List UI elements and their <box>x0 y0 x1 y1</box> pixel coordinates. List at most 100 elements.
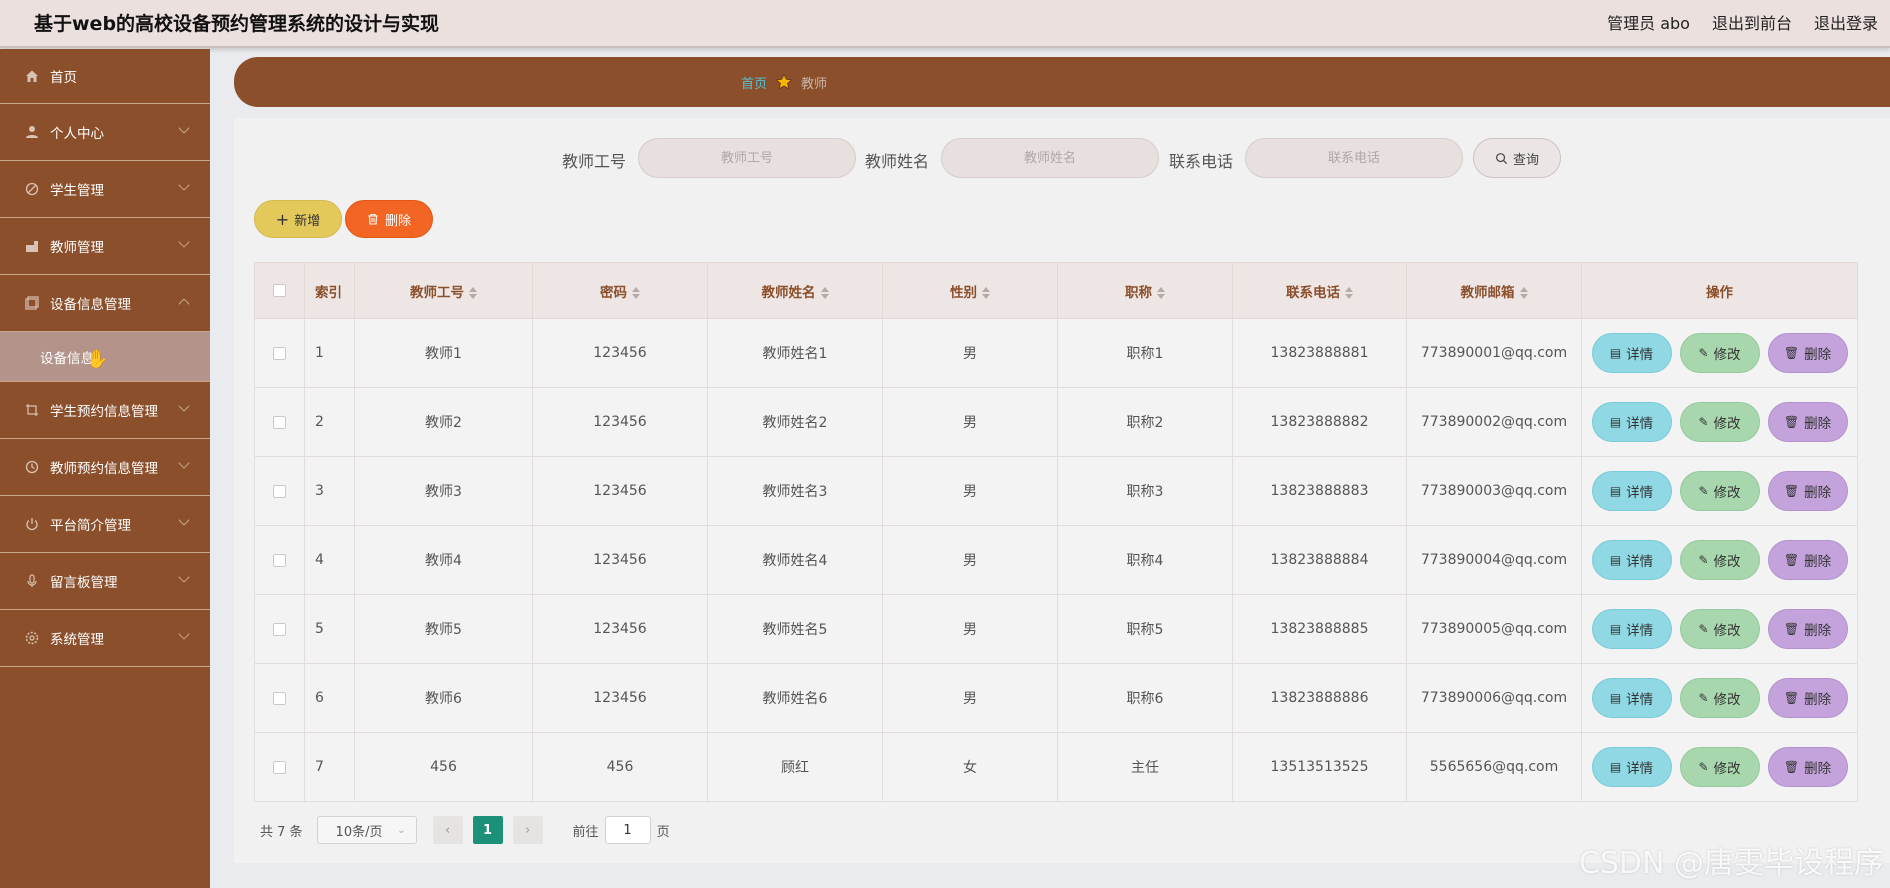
sidebar-item-home[interactable]: 首页 <box>0 49 210 104</box>
sidebar-item-system-management[interactable]: 系统管理 <box>0 610 210 667</box>
row-select-cell[interactable] <box>254 732 305 802</box>
cell-title: 职称1 <box>1057 318 1233 388</box>
col-teacher-id[interactable]: 教师工号 <box>354 262 533 319</box>
sidebar-item-personal-center[interactable]: 个人中心 <box>0 104 210 161</box>
sidebar-item-student-booking[interactable]: 学生预约信息管理 <box>0 382 210 439</box>
delete-button[interactable]: 🗑 删除 <box>1767 402 1848 442</box>
table-header-row: 索引 教师工号 密码 教师姓名 性别 职称 联系电话 教师邮箱 操作 <box>254 262 1858 319</box>
sidebar-item-teacher-management[interactable]: 教师管理 <box>0 218 210 275</box>
add-button[interactable]: + 新增 <box>254 200 342 238</box>
edit-button[interactable]: ✎ 修改 <box>1679 609 1760 649</box>
delete-button[interactable]: 🗑 删除 <box>1767 678 1848 718</box>
delete-label: 删除 <box>1804 554 1832 570</box>
col-gender[interactable]: 性别 <box>882 262 1058 319</box>
cell-id: 教师2 <box>354 387 533 457</box>
detail-button[interactable]: ▤ 详情 <box>1591 678 1672 718</box>
cell-id: 教师3 <box>354 456 533 526</box>
row-checkbox[interactable] <box>273 553 286 567</box>
edit-button[interactable]: ✎ 修改 <box>1679 540 1760 580</box>
col-teacher-name[interactable]: 教师姓名 <box>707 262 883 319</box>
col-password[interactable]: 密码 <box>532 262 708 319</box>
sidebar-subitem-device-info[interactable]: 设备信息 ✋ <box>0 332 210 382</box>
col-email[interactable]: 教师邮箱 <box>1406 262 1582 319</box>
goto-page-input[interactable] <box>604 816 651 844</box>
document-icon: ▤ <box>1609 622 1622 636</box>
row-checkbox[interactable] <box>273 415 286 429</box>
chevron-down-icon <box>178 571 190 583</box>
user-icon <box>24 124 40 140</box>
edit-button[interactable]: ✎ 修改 <box>1679 333 1760 373</box>
edit-button[interactable]: ✎ 修改 <box>1679 747 1760 787</box>
delete-button[interactable]: 🗑 删除 <box>1767 540 1848 580</box>
row-checkbox[interactable] <box>273 346 286 360</box>
sort-icon[interactable] <box>820 286 829 299</box>
detail-button[interactable]: ▤ 详情 <box>1591 540 1672 580</box>
sidebar-item-teacher-booking[interactable]: 教师预约信息管理 <box>0 439 210 496</box>
sidebar-item-message-board[interactable]: 留言板管理 <box>0 553 210 610</box>
power-icon <box>24 516 40 532</box>
row-select-cell[interactable] <box>254 594 305 664</box>
row-select-cell[interactable] <box>254 525 305 595</box>
detail-button[interactable]: ▤ 详情 <box>1591 402 1672 442</box>
search-form: 教师工号 教师姓名 联系电话 查询 <box>234 138 1890 178</box>
detail-button[interactable]: ▤ 详情 <box>1591 471 1672 511</box>
delete-button[interactable]: 🗑 删除 <box>1767 333 1848 373</box>
col-phone[interactable]: 联系电话 <box>1232 262 1407 319</box>
watermark: CSDN @唐雯毕设程序 <box>1578 846 1884 881</box>
row-select-cell[interactable] <box>254 663 305 733</box>
next-page-button[interactable]: › <box>512 816 543 844</box>
cell-index: 1 <box>304 318 355 388</box>
teacher-name-input[interactable] <box>941 138 1159 178</box>
delete-button[interactable]: 🗑 删除 <box>1767 609 1848 649</box>
phone-input[interactable] <box>1245 138 1463 178</box>
student-icon <box>24 181 40 197</box>
batch-delete-button[interactable]: 删除 <box>345 200 433 238</box>
query-button[interactable]: 查询 <box>1473 138 1561 178</box>
edit-button[interactable]: ✎ 修改 <box>1679 678 1760 718</box>
select-all-cell[interactable] <box>254 262 305 319</box>
sidebar-item-platform-intro[interactable]: 平台简介管理 <box>0 496 210 553</box>
sort-icon[interactable] <box>982 286 990 299</box>
select-all-checkbox[interactable] <box>273 284 286 297</box>
sidebar-item-label: 教师预约信息管理 <box>50 461 158 477</box>
cell-gender: 男 <box>882 594 1058 664</box>
sort-icon[interactable] <box>632 286 640 299</box>
sidebar-item-label: 首页 <box>50 70 77 86</box>
breadcrumb-home-link[interactable]: 首页 <box>741 73 767 92</box>
edit-button[interactable]: ✎ 修改 <box>1679 471 1760 511</box>
sidebar-item-device-management[interactable]: 设备信息管理 <box>0 275 210 332</box>
row-select-cell[interactable] <box>254 318 305 388</box>
sidebar-item-label: 学生管理 <box>50 183 104 199</box>
detail-button[interactable]: ▤ 详情 <box>1591 333 1672 373</box>
sort-icon[interactable] <box>1345 286 1353 299</box>
row-checkbox[interactable] <box>273 622 286 636</box>
delete-button[interactable]: 🗑 删除 <box>1767 471 1848 511</box>
teacher-id-input[interactable] <box>638 138 856 178</box>
logout-link[interactable]: 退出登录 <box>1814 10 1878 34</box>
sort-icon[interactable] <box>1157 286 1165 299</box>
detail-button[interactable]: ▤ 详情 <box>1591 747 1672 787</box>
row-checkbox[interactable] <box>273 484 286 498</box>
col-title[interactable]: 职称 <box>1057 262 1233 319</box>
page-number-button[interactable]: 1 <box>472 816 503 844</box>
sort-icon[interactable] <box>469 286 477 299</box>
col-operations: 操作 <box>1581 262 1858 319</box>
page-size-select[interactable]: 10条/页 ⌄ <box>316 816 417 844</box>
cell-id: 教师1 <box>354 318 533 388</box>
pencil-icon: ✎ <box>1698 553 1709 567</box>
row-checkbox[interactable] <box>273 691 286 705</box>
sort-icon[interactable] <box>1519 286 1528 299</box>
delete-label: 删除 <box>1804 623 1832 639</box>
row-checkbox[interactable] <box>273 760 286 774</box>
cell-index: 2 <box>304 387 355 457</box>
row-select-cell[interactable] <box>254 456 305 526</box>
sidebar-item-student-management[interactable]: 学生管理 <box>0 161 210 218</box>
delete-button[interactable]: 🗑 删除 <box>1767 747 1848 787</box>
exit-to-front-link[interactable]: 退出到前台 <box>1712 10 1792 34</box>
detail-button[interactable]: ▤ 详情 <box>1591 609 1672 649</box>
sidebar-item-label: 教师管理 <box>50 240 104 256</box>
edit-button[interactable]: ✎ 修改 <box>1679 402 1760 442</box>
row-select-cell[interactable] <box>254 387 305 457</box>
prev-page-button[interactable]: ‹ <box>432 816 463 844</box>
cell-title: 职称2 <box>1057 387 1233 457</box>
